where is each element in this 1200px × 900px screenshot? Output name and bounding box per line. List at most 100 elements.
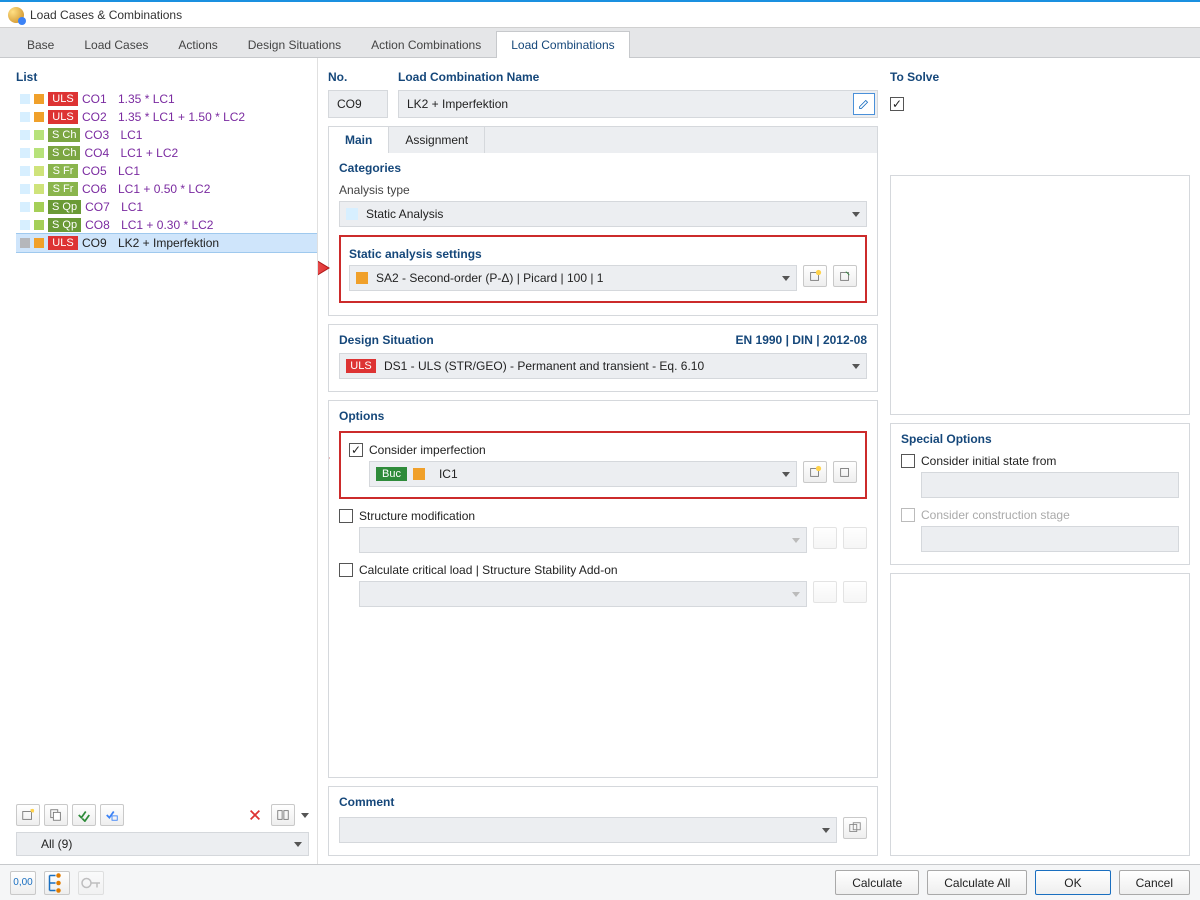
sqp-tag: S Qp	[48, 218, 81, 232]
design-situation-title: Design Situation	[339, 333, 434, 347]
color-swatch	[356, 272, 368, 284]
lc-desc: 1.35 * LC1 + 1.50 * LC2	[118, 110, 245, 124]
structure-modification-checkbox[interactable]	[339, 509, 353, 523]
new-item-button[interactable]	[16, 804, 40, 826]
comment-more-button[interactable]	[843, 817, 867, 839]
imperfection-select[interactable]: Buc IC1	[369, 461, 797, 487]
sas-new-button[interactable]	[803, 265, 827, 287]
list-box[interactable]: ULSCO11.35 * LC1ULSCO21.35 * LC1 + 1.50 …	[16, 90, 317, 798]
analysis-type-label: Analysis type	[339, 183, 867, 197]
list-item-co3[interactable]: S ChCO3LC1	[16, 126, 317, 144]
color-swatch	[413, 468, 425, 480]
calculate-button[interactable]: Calculate	[835, 870, 919, 895]
list-item-co8[interactable]: S QpCO8LC1 + 0.30 * LC2	[16, 216, 317, 234]
tosolve-label: To Solve	[890, 66, 1190, 90]
sas-highlight: Static analysis settings SA2 - Second-or…	[339, 235, 867, 303]
app-icon	[8, 7, 24, 23]
sas-select[interactable]: SA2 - Second-order (P-Δ) | Picard | 100 …	[349, 265, 797, 291]
edit-name-button[interactable]	[853, 93, 875, 115]
color-swatch	[34, 220, 44, 230]
lc-desc: LC1 + LC2	[120, 146, 178, 160]
lc-code: CO9	[82, 236, 114, 250]
view-mode-dropdown[interactable]	[301, 813, 309, 818]
uls-tag: ULS	[48, 92, 78, 106]
tab-action-combinations[interactable]: Action Combinations	[356, 31, 496, 58]
tab-load-combinations[interactable]: Load Combinations	[496, 31, 629, 58]
color-swatch	[34, 148, 44, 158]
structmod-new-button[interactable]	[813, 527, 837, 549]
analysis-type-select[interactable]: Static Analysis	[339, 201, 867, 227]
callout-arrow-icon	[328, 445, 331, 471]
special-options-title: Special Options	[901, 432, 1179, 446]
list-item-co5[interactable]: S FrCO5LC1	[16, 162, 317, 180]
chevron-down-icon	[852, 364, 860, 369]
tosolve-checkbox[interactable]	[890, 97, 904, 111]
list-item-co7[interactable]: S QpCO7LC1	[16, 198, 317, 216]
list-filter-select[interactable]: All (9)	[16, 832, 309, 856]
list-item-co9[interactable]: ULSCO9LK2 + Imperfektion	[16, 234, 317, 252]
callout-arrow-icon	[318, 255, 331, 281]
critical-edit-button[interactable]	[843, 581, 867, 603]
sas-edit-button[interactable]	[833, 265, 857, 287]
units-button[interactable]: 0,00	[10, 871, 36, 895]
name-label: Load Combination Name	[398, 66, 878, 90]
consider-imperfection-checkbox[interactable]	[349, 443, 363, 457]
initial-state-checkbox[interactable]	[901, 454, 915, 468]
chevron-down-icon	[294, 842, 302, 847]
design-situation-select[interactable]: ULS DS1 - ULS (STR/GEO) - Permanent and …	[339, 353, 867, 379]
uncheck-all-button[interactable]	[100, 804, 124, 826]
subtab-main[interactable]: Main	[329, 127, 389, 153]
structmod-edit-button[interactable]	[843, 527, 867, 549]
tab-design-situations[interactable]: Design Situations	[233, 31, 356, 58]
calc-critical-checkbox[interactable]	[339, 563, 353, 577]
tab-load-cases[interactable]: Load Cases	[69, 31, 163, 58]
sqp-tag: S Qp	[48, 200, 81, 214]
buc-tag: Buc	[376, 467, 407, 481]
list-item-co6[interactable]: S FrCO6LC1 + 0.50 * LC2	[16, 180, 317, 198]
ok-button[interactable]: OK	[1035, 870, 1110, 895]
comment-field[interactable]	[339, 817, 837, 843]
chevron-down-icon	[852, 212, 860, 217]
calculate-all-button[interactable]: Calculate All	[927, 870, 1027, 895]
list-item-co4[interactable]: S ChCO4LC1 + LC2	[16, 144, 317, 162]
imperfection-new-button[interactable]	[803, 461, 827, 483]
lc-desc: LC1 + 0.30 * LC2	[121, 218, 213, 232]
lc-desc: LC1	[118, 164, 140, 178]
structure-modification-select[interactable]	[359, 527, 807, 553]
critical-new-button[interactable]	[813, 581, 837, 603]
list-toolbar	[16, 798, 317, 832]
list-item-co2[interactable]: ULS CO2 1.35 * LC1 + 1.50 * LC2	[16, 108, 317, 126]
lc-code: CO4	[84, 146, 116, 160]
no-field[interactable]: CO9	[328, 90, 388, 118]
key-button[interactable]	[78, 871, 104, 895]
lc-code: CO5	[82, 164, 114, 178]
subtab-assignment[interactable]: Assignment	[389, 127, 485, 153]
check-all-button[interactable]	[72, 804, 96, 826]
list-filter-value: All (9)	[41, 837, 72, 851]
lc-code: CO2	[82, 110, 114, 124]
tab-base[interactable]: Base	[12, 31, 69, 58]
consider-imperfection-label: Consider imperfection	[369, 443, 486, 457]
cancel-button[interactable]: Cancel	[1119, 870, 1190, 895]
construction-stage-label: Consider construction stage	[921, 508, 1070, 522]
lc-code: CO6	[82, 182, 114, 196]
lc-desc: LC1	[120, 128, 142, 142]
color-swatch	[34, 94, 44, 104]
color-swatch	[34, 112, 44, 122]
lc-code: CO3	[84, 128, 116, 142]
name-field[interactable]: LK2 + Imperfektion	[398, 90, 878, 118]
view-mode-button[interactable]	[271, 804, 295, 826]
categories-title: Categories	[339, 161, 867, 175]
copy-item-button[interactable]	[44, 804, 68, 826]
calc-critical-select[interactable]	[359, 581, 807, 607]
chevron-down-icon	[792, 592, 800, 597]
tree-button[interactable]	[44, 871, 70, 895]
tab-actions[interactable]: Actions	[163, 31, 232, 58]
delete-item-button[interactable]	[243, 804, 267, 826]
uls-tag: ULS	[48, 110, 78, 124]
list-item-co1[interactable]: ULSCO11.35 * LC1	[16, 90, 317, 108]
lc-code: CO1	[82, 92, 114, 106]
color-swatch	[20, 148, 30, 158]
initial-state-select[interactable]	[921, 472, 1179, 498]
imperfection-edit-button[interactable]	[833, 461, 857, 483]
